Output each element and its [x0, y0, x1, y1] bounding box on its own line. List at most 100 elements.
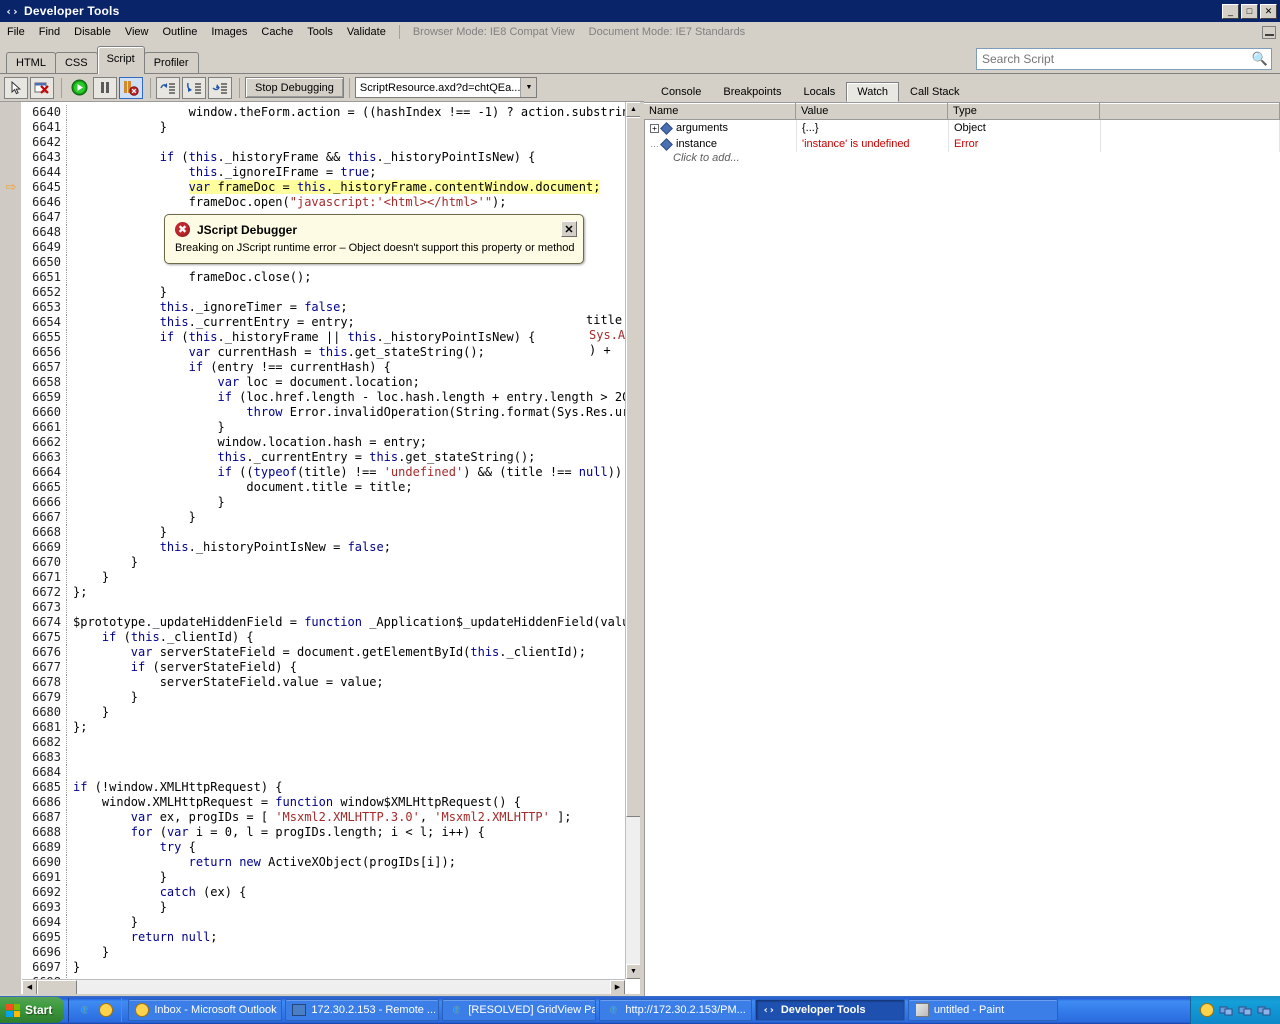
taskbar-button-gridview[interactable]: e [RESOLVED] GridView Pa... — [442, 999, 596, 1021]
code-line[interactable]: 6670 } — [22, 555, 640, 570]
code-text[interactable]: } — [73, 420, 225, 435]
search-input[interactable] — [977, 51, 1249, 67]
breakpoint-gutter[interactable] — [0, 102, 22, 994]
code-line[interactable]: 6689 try { — [22, 840, 640, 855]
code-line[interactable]: 6694 } — [22, 915, 640, 930]
restore-panel-button[interactable] — [1262, 26, 1276, 39]
code-line[interactable]: 6687 var ex, progIDs = [ 'Msxml2.XMLHTTP… — [22, 810, 640, 825]
code-text[interactable]: if ((typeof(title) !== 'undefined') && (… — [73, 465, 637, 480]
watch-value-cell[interactable]: {...} — [797, 120, 949, 136]
code-line[interactable]: 6665 document.title = title; — [22, 480, 640, 495]
column-header-value[interactable]: Value — [796, 103, 948, 119]
code-text[interactable]: } — [73, 870, 167, 885]
column-header-type[interactable]: Type — [948, 103, 1100, 119]
code-line[interactable]: 6641 } — [22, 120, 640, 135]
code-line[interactable]: 6674$prototype._updateHiddenField = func… — [22, 615, 640, 630]
code-text[interactable]: return null; — [73, 930, 218, 945]
code-line[interactable]: 6688 for (var i = 0, l = progIDs.length;… — [22, 825, 640, 840]
code-text[interactable]: this._currentEntry = entry; — [73, 315, 355, 330]
code-text[interactable]: window.theForm.action = ((hashIndex !== … — [73, 105, 640, 120]
code-text[interactable]: } — [73, 495, 225, 510]
chevron-down-icon[interactable]: ▼ — [520, 78, 536, 97]
code-line[interactable]: 6682 — [22, 735, 640, 750]
watch-name-cell[interactable]: + arguments — [645, 120, 797, 136]
code-line[interactable]: 6695 return null; — [22, 930, 640, 945]
code-line[interactable]: 6646 frameDoc.open("javascript:'<html></… — [22, 195, 640, 210]
step-into-icon[interactable] — [156, 77, 180, 99]
scroll-up-button[interactable]: ▲ — [626, 102, 640, 117]
code-text[interactable]: } — [73, 690, 138, 705]
code-line[interactable]: 6664 if ((typeof(title) !== 'undefined')… — [22, 465, 640, 480]
tab-script[interactable]: Script — [97, 46, 145, 74]
menu-item-view[interactable]: View — [118, 24, 156, 40]
network-icon[interactable] — [1256, 1002, 1272, 1018]
table-row[interactable]: + arguments {...} Object — [645, 120, 1280, 136]
menu-item-file[interactable]: File — [0, 24, 32, 40]
code-line[interactable]: 6667 } — [22, 510, 640, 525]
clock-icon[interactable] — [1199, 1002, 1215, 1018]
watch-value-cell[interactable]: 'instance' is undefined — [797, 136, 949, 152]
code-line[interactable]: 6655 if (this._historyFrame || this._his… — [22, 330, 640, 345]
code-text[interactable]: this._ignoreTimer = false; — [73, 300, 348, 315]
table-row[interactable]: … instance 'instance' is undefined Error — [645, 136, 1280, 152]
code-line[interactable]: 6678 serverStateField.value = value; — [22, 675, 640, 690]
scroll-down-button[interactable]: ▼ — [626, 964, 640, 979]
code-line[interactable]: 6643 if (this._historyFrame && this._his… — [22, 150, 640, 165]
code-line[interactable]: 6675 if (this._clientId) { — [22, 630, 640, 645]
tab-css[interactable]: CSS — [55, 52, 98, 74]
code-text[interactable]: return new ActiveXObject(progIDs[i]); — [73, 855, 456, 870]
scroll-thumb-vertical[interactable] — [626, 117, 640, 817]
code-line[interactable]: 6666 } — [22, 495, 640, 510]
code-line[interactable]: 6644 this._ignoreIFrame = true; — [22, 165, 640, 180]
code-text[interactable]: frameDoc.close(); — [73, 270, 311, 285]
code-line[interactable]: 6684 — [22, 765, 640, 780]
code-text[interactable]: document.title = title; — [73, 480, 413, 495]
taskbar-button-remote-desktop[interactable]: 172.30.2.153 - Remote ... — [285, 999, 439, 1021]
code-line[interactable]: 6653 this._ignoreTimer = false; — [22, 300, 640, 315]
play-green-icon[interactable] — [67, 77, 91, 99]
code-line[interactable]: 6679 } — [22, 690, 640, 705]
code-text[interactable]: } — [73, 555, 138, 570]
code-text[interactable]: if (serverStateField) { — [73, 660, 297, 675]
code-line[interactable]: 6661 } — [22, 420, 640, 435]
code-text[interactable]: var currentHash = this.get_stateString()… — [73, 345, 485, 360]
tab-console[interactable]: Console — [650, 82, 712, 102]
code-text[interactable]: if (loc.href.length - loc.hash.length + … — [73, 390, 640, 405]
code-text[interactable]: var loc = document.location; — [73, 375, 420, 390]
menu-item-cache[interactable]: Cache — [254, 24, 300, 40]
scroll-thumb-horizontal[interactable] — [37, 980, 77, 995]
code-text[interactable]: catch (ex) { — [73, 885, 246, 900]
watch-name-cell[interactable]: … instance — [645, 136, 797, 152]
close-button[interactable]: ✕ — [1260, 4, 1277, 19]
browser-mode-label[interactable]: Browser Mode: IE8 Compat View — [406, 24, 582, 40]
maximize-button[interactable]: □ — [1241, 4, 1258, 19]
code-line[interactable]: 6659 if (loc.href.length - loc.hash.leng… — [22, 390, 640, 405]
code-text[interactable]: $prototype._updateHiddenField = function… — [73, 615, 640, 630]
network-icon[interactable] — [1218, 1002, 1234, 1018]
code-line[interactable]: 6671 } — [22, 570, 640, 585]
code-line[interactable]: 6660 throw Error.invalidOperation(String… — [22, 405, 640, 420]
code-line[interactable]: 6645 var frameDoc = this._historyFrame.c… — [22, 180, 640, 195]
code-text[interactable]: var serverStateField = document.getEleme… — [73, 645, 586, 660]
code-line[interactable]: 6651 frameDoc.close(); — [22, 270, 640, 285]
code-text[interactable]: }; — [73, 720, 87, 735]
code-text[interactable]: } — [73, 915, 138, 930]
code-line[interactable]: 6658 var loc = document.location; — [22, 375, 640, 390]
code-line[interactable]: 6656 var currentHash = this.get_stateStr… — [22, 345, 640, 360]
code-line[interactable]: 6673 — [22, 600, 640, 615]
code-line[interactable]: 6654 this._currentEntry = entry; — [22, 315, 640, 330]
code-line[interactable]: 6657 if (entry !== currentHash) { — [22, 360, 640, 375]
menu-item-images[interactable]: Images — [204, 24, 254, 40]
stop-debugging-button[interactable]: Stop Debugging — [245, 77, 344, 98]
code-text[interactable]: serverStateField.value = value; — [73, 675, 384, 690]
code-text[interactable]: }; — [73, 585, 87, 600]
taskbar-button-pm-site[interactable]: e http://172.30.2.153/PM... — [599, 999, 751, 1021]
code-text[interactable]: } — [73, 285, 167, 300]
tab-breakpoints[interactable]: Breakpoints — [712, 82, 792, 102]
code-line[interactable]: 6672}; — [22, 585, 640, 600]
code-line[interactable]: 6686 window.XMLHttpRequest = function wi… — [22, 795, 640, 810]
step-over-icon[interactable] — [182, 77, 206, 99]
taskbar-button-outlook[interactable]: Inbox - Microsoft Outlook — [128, 999, 282, 1021]
code-text[interactable]: if (entry !== currentHash) { — [73, 360, 391, 375]
code-text[interactable]: for (var i = 0, l = progIDs.length; i < … — [73, 825, 485, 840]
